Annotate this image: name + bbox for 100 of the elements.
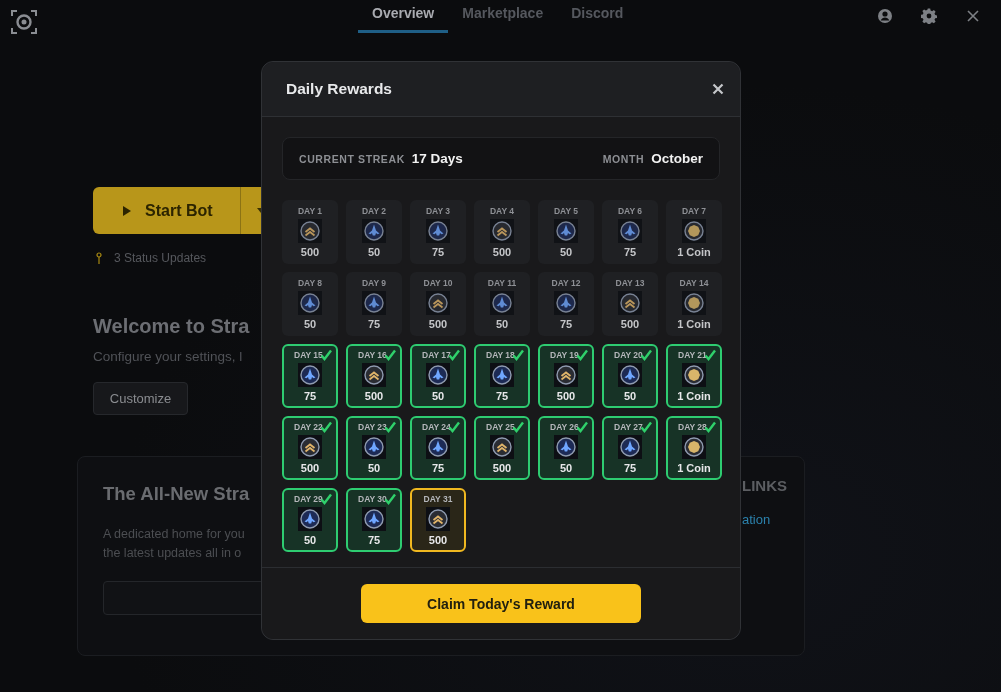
reward-day-tile[interactable]: DAY 13 500 (602, 272, 658, 336)
reward-amount: 1 Coin (677, 246, 711, 258)
day-label: DAY 22 (294, 422, 323, 432)
reward-day-tile[interactable]: DAY 2 50 (346, 200, 402, 264)
reward-day-tile[interactable]: DAY 8 50 (282, 272, 338, 336)
reward-day-tile[interactable]: DAY 29 50 (282, 488, 338, 552)
reward-day-tile[interactable]: DAY 19 500 (538, 344, 594, 408)
day-label: DAY 27 (614, 422, 643, 432)
reward-day-tile[interactable]: DAY 21 1 Coin (666, 344, 722, 408)
ship-emblem-icon (618, 363, 642, 387)
reward-day-tile[interactable]: DAY 6 75 (602, 200, 658, 264)
user-icon[interactable] (877, 8, 893, 24)
month-label: MONTH (602, 152, 645, 165)
close-icon[interactable] (712, 83, 724, 95)
documentation-link[interactable]: ation (742, 512, 771, 527)
reward-amount: 75 (623, 246, 637, 258)
reward-day-tile[interactable]: DAY 9 75 (346, 272, 402, 336)
reward-amount: 75 (559, 318, 573, 330)
reward-amount: 50 (303, 534, 317, 546)
rank-emblem-icon (490, 435, 514, 459)
day-label: DAY 2 (361, 206, 387, 216)
day-label: DAY 7 (681, 206, 707, 216)
reward-day-tile[interactable]: DAY 12 75 (538, 272, 594, 336)
ship-emblem-icon (362, 507, 386, 531)
day-label: DAY 3 (425, 206, 451, 216)
reward-day-tile[interactable]: DAY 26 50 (538, 416, 594, 480)
card-text: A dedicated home for you (103, 526, 245, 543)
reward-day-tile[interactable]: DAY 7 1 Coin (666, 200, 722, 264)
reward-amount: 50 (367, 246, 381, 258)
day-label: DAY 29 (294, 494, 323, 504)
reward-day-tile[interactable]: DAY 28 1 Coin (666, 416, 722, 480)
reward-day-tile[interactable]: DAY 4 500 (474, 200, 530, 264)
reward-amount: 75 (367, 534, 381, 546)
coin-icon (682, 291, 706, 315)
day-label: DAY 14 (679, 278, 709, 288)
ship-emblem-icon (426, 435, 450, 459)
reward-amount: 1 Coin (677, 318, 711, 330)
day-label: DAY 13 (615, 278, 645, 288)
reward-amount: 75 (431, 462, 445, 474)
ship-emblem-icon (426, 219, 450, 243)
day-label: DAY 12 (551, 278, 581, 288)
close-icon[interactable] (965, 8, 981, 24)
streak-label: CURRENT STREAK (299, 152, 405, 165)
reward-day-tile[interactable]: DAY 22 500 (282, 416, 338, 480)
reward-day-tile[interactable]: DAY 11 50 (474, 272, 530, 336)
day-label: DAY 16 (358, 350, 387, 360)
nav-tab[interactable]: Overview (358, 0, 449, 33)
day-label: DAY 15 (294, 350, 323, 360)
reward-day-tile[interactable]: DAY 20 50 (602, 344, 658, 408)
reward-day-tile[interactable]: DAY 27 75 (602, 416, 658, 480)
day-label: DAY 1 (297, 206, 323, 216)
reward-day-tile[interactable]: DAY 5 50 (538, 200, 594, 264)
reward-amount: 500 (428, 318, 448, 330)
reward-amount: 75 (431, 246, 445, 258)
reward-day-tile[interactable]: DAY 10 500 (410, 272, 466, 336)
day-label: DAY 20 (614, 350, 643, 360)
day-label: DAY 23 (358, 422, 387, 432)
reward-amount: 500 (556, 390, 576, 402)
day-label: DAY 4 (489, 206, 515, 216)
ship-emblem-icon (490, 363, 514, 387)
day-label: DAY 9 (361, 278, 387, 288)
reward-day-tile[interactable]: DAY 16 500 (346, 344, 402, 408)
reward-day-tile[interactable]: DAY 17 50 (410, 344, 466, 408)
ship-emblem-icon (490, 291, 514, 315)
ship-emblem-icon (426, 363, 450, 387)
settings-icon[interactable] (921, 8, 937, 24)
reward-amount: 75 (623, 462, 637, 474)
day-label: DAY 28 (678, 422, 707, 432)
reward-amount: 500 (492, 462, 512, 474)
reward-day-tile[interactable]: DAY 3 75 (410, 200, 466, 264)
welcome-title: Welcome to Stra (93, 315, 250, 338)
reward-amount: 50 (559, 462, 573, 474)
reward-day-tile[interactable]: DAY 23 50 (346, 416, 402, 480)
reward-day-tile[interactable]: DAY 1 500 (282, 200, 338, 264)
welcome-text: Configure your settings, l (93, 349, 243, 364)
ship-emblem-icon (554, 435, 578, 459)
reward-day-tile[interactable]: DAY 30 75 (346, 488, 402, 552)
status-updates-text: 3 Status Updates (114, 251, 207, 265)
play-icon (123, 205, 131, 216)
rank-emblem-icon (554, 363, 578, 387)
card-text: the latest updates all in o (103, 545, 242, 562)
rank-emblem-icon (618, 291, 642, 315)
reward-day-tile[interactable]: DAY 31 500 (410, 488, 466, 552)
claim-reward-button[interactable]: Claim Today's Reward (361, 584, 641, 623)
reward-day-tile[interactable]: DAY 15 75 (282, 344, 338, 408)
reward-amount: 50 (431, 390, 445, 402)
day-label: DAY 18 (486, 350, 515, 360)
camera-logo-icon (10, 8, 38, 36)
reward-amount: 500 (300, 246, 320, 258)
ship-emblem-icon (362, 291, 386, 315)
day-label: DAY 30 (358, 494, 387, 504)
day-label: DAY 21 (678, 350, 707, 360)
ship-emblem-icon (618, 219, 642, 243)
reward-amount: 50 (559, 246, 573, 258)
ship-emblem-icon (298, 363, 322, 387)
reward-day-tile[interactable]: DAY 25 500 (474, 416, 530, 480)
reward-day-tile[interactable]: DAY 14 1 Coin (666, 272, 722, 336)
reward-day-tile[interactable]: DAY 18 75 (474, 344, 530, 408)
rank-emblem-icon (298, 435, 322, 459)
customize-button[interactable]: Customize (93, 382, 188, 415)
